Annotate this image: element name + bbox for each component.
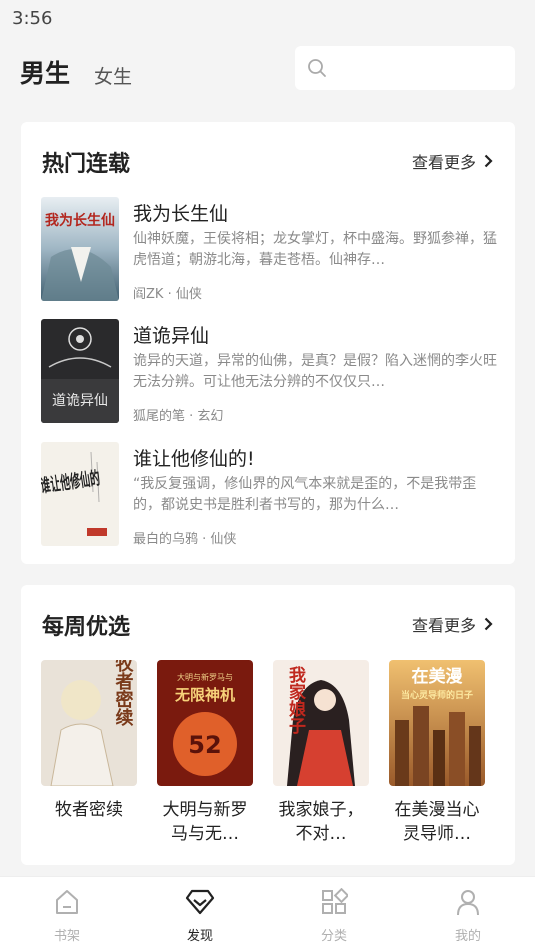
cover-title: 牧者密续 [113, 660, 135, 727]
cover-title: 我为长生仙 [45, 212, 115, 229]
nav-category[interactable]: 分类 [294, 885, 374, 944]
book-title: 谁让他修仙的! [133, 448, 255, 470]
nav-bookshelf[interactable]: 书架 [27, 885, 107, 944]
book-title: 我家娘子，不对… [278, 800, 364, 844]
book-description: 仙神妖魔，王侯将相；龙女掌灯，杯中盛海。野狐参禅，猛虎悟道；朝游北海，暮走苍梧。… [133, 231, 497, 268]
book-description: 诡异的天道，异常的仙佛，是真？是假？陷入迷惘的李火旺无法分辨。可让他无法分辨的不… [133, 353, 497, 390]
cover-number: 52 [188, 731, 221, 759]
weekly-more-link[interactable]: 查看更多 [412, 612, 493, 636]
hot-more-link[interactable]: 查看更多 [412, 149, 493, 173]
profile-icon [428, 885, 508, 919]
book-description: “我反复强调，修仙界的风气本来就是歪的，不是我带歪的，都说史书是胜利者书写的，那… [133, 476, 477, 513]
section-title: 热门连载 [42, 152, 131, 177]
cover-subtitle: 当心灵导师的日子 [401, 689, 473, 701]
chevron-right-icon [484, 617, 493, 631]
book-meta: 阎ZK · 仙侠 [133, 287, 202, 302]
nav-label: 发现 [186, 929, 213, 944]
bottom-nav: 书架 发现 分类 我的 [0, 876, 535, 951]
book-cover: 在美漫 当心灵导师的日子 [389, 660, 485, 786]
book-title: 大明与新罗马与无… [162, 800, 248, 844]
status-time: 3:56 [12, 8, 53, 29]
hot-serials-section: 热门连载 查看更多 我为长生仙 我为长生仙 仙神妖魔，王侯将相；龙女掌灯，杯中盛… [21, 122, 515, 564]
nav-label: 我的 [454, 929, 481, 944]
nav-label: 书架 [53, 929, 80, 944]
book-item[interactable]: 道诡异仙 道诡异仙 诡异的天道，异常的仙佛，是真？是假？陷入迷惘的李火旺无法分辨… [41, 319, 497, 424]
more-label: 查看更多 [411, 153, 476, 172]
book-cover: 牧者密续 [41, 660, 137, 786]
chevron-right-icon [484, 154, 493, 168]
weekly-book-item[interactable]: 在美漫 当心灵导师的日子 在美漫当心灵导师… [389, 660, 485, 846]
book-title: 牧者密续 [55, 800, 123, 820]
weekly-picks-section: 每周优选 查看更多 牧者密续 牧者密续 大明与新罗马与 无限神机 52 大明与新… [21, 585, 515, 865]
cover-title: 道诡异仙 [52, 393, 108, 409]
search-input[interactable] [335, 54, 505, 82]
cover-title: 在美漫 [412, 666, 464, 687]
book-title: 我为长生仙 [133, 203, 229, 225]
book-cover: 谁让他修仙的 [41, 442, 119, 546]
top-bar: 男生 女生 [0, 44, 535, 94]
search-icon [308, 59, 326, 77]
book-title: 在美漫当心灵导师… [394, 800, 480, 844]
nav-discover[interactable]: 发现 [160, 885, 240, 944]
cover-subtitle: 大明与新罗马与 [177, 672, 233, 682]
book-item[interactable]: 谁让他修仙的 谁让他修仙的! “我反复强调，修仙界的风气本来就是歪的，不是我带歪… [41, 442, 497, 547]
book-item[interactable]: 我为长生仙 我为长生仙 仙神妖魔，王侯将相；龙女掌灯，杯中盛海。野狐参禅，猛虎悟… [41, 197, 497, 302]
book-meta: 狐尾的笔 · 玄幻 [133, 409, 224, 424]
book-meta: 最白的乌鸦 · 仙侠 [133, 532, 237, 547]
section-title: 每周优选 [42, 615, 131, 640]
home-icon [27, 885, 107, 919]
more-label: 查看更多 [411, 616, 476, 635]
weekly-book-item[interactable]: 大明与新罗马与 无限神机 52 大明与新罗马与无… [157, 660, 253, 846]
cover-title: 我家娘子 [285, 666, 306, 735]
book-cover: 大明与新罗马与 无限神机 52 [157, 660, 253, 786]
book-title: 道诡异仙 [133, 325, 210, 347]
nav-label: 分类 [320, 929, 347, 944]
cover-title: 无限神机 [174, 686, 235, 704]
status-bar: 3:56 [0, 0, 535, 38]
discover-icon [160, 885, 240, 919]
book-cover: 我家娘子 [273, 660, 369, 786]
search-box[interactable] [295, 46, 515, 90]
nav-profile[interactable]: 我的 [428, 885, 508, 944]
book-cover: 道诡异仙 [41, 319, 119, 423]
weekly-book-item[interactable]: 牧者密续 牧者密续 [41, 660, 137, 822]
tab-female[interactable]: 女生 [94, 62, 132, 89]
category-icon [294, 885, 374, 919]
book-cover: 我为长生仙 [41, 197, 119, 301]
tab-male[interactable]: 男生 [20, 54, 70, 90]
weekly-book-item[interactable]: 我家娘子 我家娘子，不对… [273, 660, 369, 846]
